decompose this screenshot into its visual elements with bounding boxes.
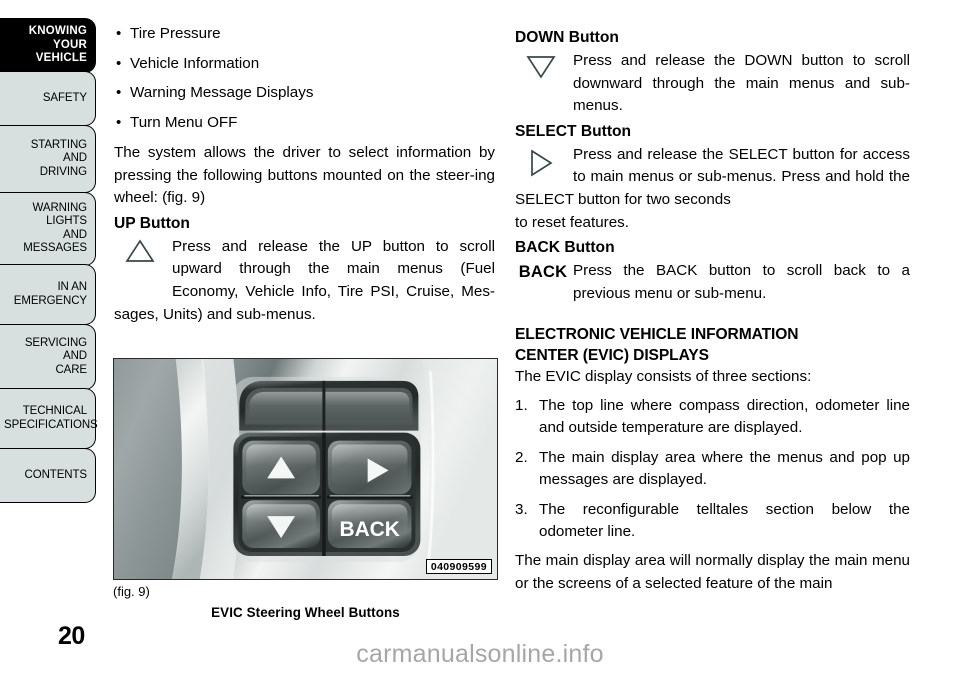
- tab-label-line: TECHNICAL: [22, 405, 87, 418]
- list-item: • Vehicle Information: [114, 54, 495, 74]
- sidebar-item-knowing-your-vehicle[interactable]: KNOWING YOUR VEHICLE: [0, 18, 96, 73]
- list-item-label: Tire Pressure: [130, 25, 221, 42]
- bullet-marker: •: [116, 25, 122, 42]
- right-text-column: DOWN Button Press and release the DOWN b…: [515, 24, 910, 596]
- tab-label-line: MESSAGES: [23, 242, 87, 255]
- sidebar-item-warning-lights-and-messages[interactable]: WARNING LIGHTS AND MESSAGES: [0, 191, 96, 266]
- figure-reference-code: 040909599: [425, 559, 492, 574]
- select-button-description-tail: to reset features.: [515, 213, 629, 231]
- tab-label-line: SPECIFICATIONS: [4, 418, 98, 431]
- evic-sections-list: 1. The top line where compass direction,…: [515, 395, 910, 543]
- list-item-text: The main display area where the menus an…: [539, 448, 910, 489]
- list-item-label: Turn Menu OFF: [130, 113, 238, 131]
- list-item: 3. The reconfigurable telltales section …: [515, 499, 910, 544]
- section-title-line2: CENTER (EVIC) DISPLAYS: [515, 346, 709, 364]
- tab-label-line: SERVICING: [24, 336, 87, 349]
- manual-page: KNOWING YOUR VEHICLE SAFETY STARTING AND…: [0, 0, 960, 678]
- list-item-label: Vehicle Information: [130, 54, 260, 72]
- list-item: • Tire Pressure: [114, 24, 495, 44]
- site-watermark: carmanualsonline.info: [356, 640, 604, 668]
- triangle-right-outline-icon: [519, 149, 563, 177]
- figure-evic-steering-wheel-buttons: BACK 040909599: [113, 358, 498, 580]
- left-text-column: • Tire Pressure • Vehicle Information • …: [114, 24, 495, 326]
- select-button-block: Press and release the SELECT button for …: [515, 144, 910, 234]
- tab-label-line: LIGHTS: [46, 215, 87, 228]
- tab-label-line: KNOWING: [28, 25, 87, 37]
- sidebar-item-safety[interactable]: SAFETY: [0, 70, 96, 127]
- triangle-up-outline-icon: [118, 239, 162, 263]
- bullet-marker: •: [116, 84, 122, 101]
- back-button-heading: BACK Button: [515, 239, 615, 257]
- list-item: 2. The main display area where the menus…: [515, 447, 910, 492]
- list-item: 1. The top line where compass direction,…: [515, 395, 910, 440]
- select-button-description: Press and release the SELECT button for …: [515, 144, 910, 212]
- tab-label-line: VEHICLE: [35, 52, 87, 64]
- bullet-marker: •: [116, 54, 122, 72]
- up-button-description-text: Press and release the UP button to scrol…: [114, 237, 495, 323]
- sidebar-item-in-an-emergency[interactable]: IN AN EMERGENCY: [0, 264, 96, 326]
- tab-label-line: STARTING: [30, 138, 87, 151]
- tab-label-line: AND: [63, 152, 87, 165]
- list-item-number: 2.: [515, 448, 528, 466]
- list-item-label: Warning Message Displays: [130, 84, 314, 101]
- section-closing-paragraph: The main display area will normally disp…: [515, 552, 910, 592]
- triangle-down-outline-icon: [519, 55, 563, 79]
- tab-label-line: YOUR: [52, 38, 87, 51]
- back-label-icon: BACK: [518, 263, 568, 282]
- up-button-description: Press and release the UP button to scrol…: [114, 236, 495, 326]
- section-tab-rail: KNOWING YOUR VEHICLE SAFETY STARTING AND…: [0, 18, 98, 504]
- down-button-heading: DOWN Button: [515, 29, 619, 46]
- tab-label-line: EMERGENCY: [13, 294, 87, 307]
- list-item-text: The reconfigurable telltales section bel…: [539, 500, 910, 540]
- list-item-number: 3.: [515, 500, 528, 518]
- sidebar-item-technical-specifications[interactable]: TECHNICAL SPECIFICATIONS: [0, 388, 98, 450]
- select-button-description-text: Press and release the SELECT button for …: [515, 145, 910, 208]
- list-item: • Turn Menu OFF: [114, 113, 495, 133]
- tab-label-line: CONTENTS: [24, 468, 88, 481]
- list-item-text: The top line where compass direction, od…: [539, 396, 910, 437]
- back-button-description: Press the BACK button to scroll back to …: [515, 260, 910, 305]
- down-button-description-text: Press and release the DOWN button to scr…: [573, 52, 910, 115]
- sidebar-item-servicing-and-care[interactable]: SERVICING AND CARE: [0, 323, 96, 391]
- figure-illustration: BACK: [114, 359, 497, 579]
- tab-label-line: IN AN: [57, 281, 87, 294]
- tab-label-line: CARE: [55, 363, 87, 376]
- tab-label-line: AND: [63, 228, 87, 241]
- section-lead: The EVIC display consists of three secti…: [515, 368, 812, 386]
- sidebar-item-starting-and-driving[interactable]: STARTING AND DRIVING: [0, 124, 96, 194]
- down-button-block: Press and release the DOWN button to scr…: [515, 50, 910, 118]
- up-button-block: Press and release the UP button to scrol…: [114, 236, 495, 326]
- list-item-number: 1.: [515, 396, 528, 414]
- back-button-description-text: Press the BACK button to scroll back to …: [573, 262, 910, 302]
- figure-caption: EVIC Steering Wheel Buttons: [211, 605, 400, 620]
- intro-paragraph: The system allows the driver to select i…: [114, 144, 495, 207]
- list-item: • Warning Message Displays: [114, 83, 495, 103]
- figure-number: (fig. 9): [113, 584, 150, 599]
- down-button-description: Press and release the DOWN button to scr…: [515, 50, 910, 118]
- svg-text:BACK: BACK: [339, 518, 399, 541]
- tab-label-line: AND: [63, 350, 87, 363]
- up-button-heading: UP Button: [114, 214, 190, 232]
- back-button-block: BACK Press the BACK button to scroll bac…: [515, 260, 910, 305]
- sidebar-item-contents[interactable]: CONTENTS: [0, 447, 96, 504]
- section-title-line1: ELECTRONIC VEHICLE INFORMATION: [515, 326, 799, 344]
- select-button-heading: SELECT Button: [515, 122, 632, 140]
- tab-label-line: SAFETY: [42, 91, 87, 104]
- feature-bullet-list: • Tire Pressure • Vehicle Information • …: [114, 24, 495, 133]
- bullet-marker: •: [116, 113, 122, 131]
- tab-label-line: DRIVING: [39, 165, 87, 178]
- tab-label-line: WARNING: [32, 201, 88, 214]
